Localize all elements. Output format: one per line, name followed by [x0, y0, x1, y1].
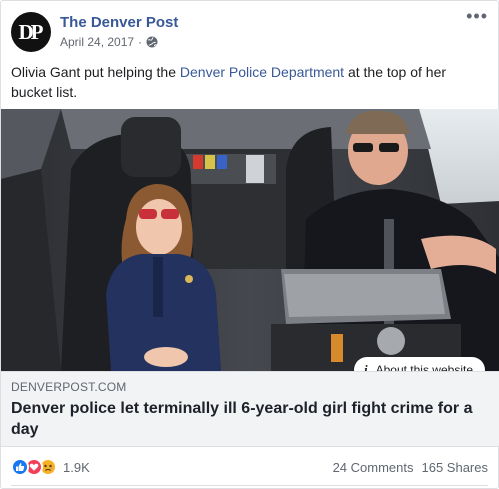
engagement-stats: 24 Comments 165 Shares: [333, 460, 488, 475]
link-preview[interactable]: DENVERPOST.COM Denver police let termina…: [1, 371, 499, 447]
avatar-logo-text: DP: [18, 19, 44, 44]
post-card: DP The Denver Post April 24, 2017 · ••• …: [0, 0, 499, 489]
globe-icon[interactable]: [146, 36, 158, 48]
police-car-photo: [1, 109, 499, 371]
like-icon: [11, 458, 29, 476]
comments-count-link[interactable]: 24 Comments: [333, 460, 414, 475]
post-text-start: Olivia Gant put helping the: [11, 64, 180, 80]
post-date[interactable]: April 24, 2017: [60, 35, 134, 49]
footer-divider: [11, 485, 488, 486]
reaction-count: 1.9K: [63, 459, 90, 475]
denver-police-link[interactable]: Denver Police Department: [180, 64, 344, 80]
page-avatar[interactable]: DP: [11, 12, 51, 52]
meta-separator: ·: [138, 35, 143, 49]
post-photo[interactable]: [1, 109, 499, 371]
more-options-button[interactable]: •••: [466, 7, 488, 25]
post-footer: 1.9K 24 Comments 165 Shares: [1, 453, 499, 481]
post-message: Olivia Gant put helping the Denver Polic…: [11, 62, 491, 102]
page-name-link[interactable]: The Denver Post: [60, 14, 178, 31]
link-domain: DENVERPOST.COM: [11, 380, 127, 394]
post-meta: April 24, 2017 ·: [60, 35, 158, 49]
reaction-summary[interactable]: 1.9K: [11, 458, 90, 476]
shares-count-link[interactable]: 165 Shares: [422, 460, 489, 475]
link-title[interactable]: Denver police let terminally ill 6-year-…: [11, 398, 481, 440]
